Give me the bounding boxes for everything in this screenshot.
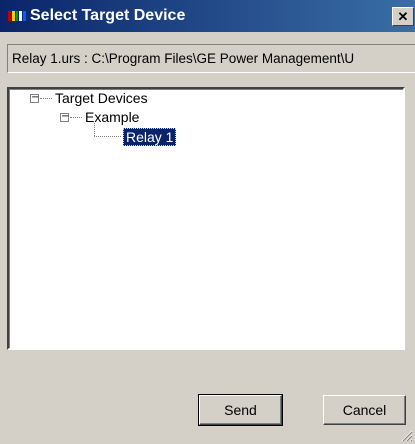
tree-connector — [40, 98, 52, 99]
target-device-tree[interactable]: − Target Devices − Example Relay 1 — [7, 87, 405, 350]
tree-connector — [94, 123, 95, 136]
cancel-button[interactable]: Cancel — [323, 395, 406, 425]
tree-expander-example[interactable]: − — [60, 112, 69, 122]
app-icon — [8, 11, 26, 21]
title-bar[interactable]: Select Target Device ✕ — [0, 0, 415, 32]
close-icon: ✕ — [397, 9, 409, 24]
tree-node-relay-1[interactable]: Relay 1 — [123, 128, 177, 146]
resize-grip-icon[interactable] — [401, 430, 413, 442]
send-button[interactable]: Send — [198, 394, 283, 426]
tree-expander-root[interactable]: − — [30, 93, 39, 103]
close-button[interactable]: ✕ — [392, 7, 414, 26]
tree-node-target-devices[interactable]: Target Devices — [55, 89, 148, 107]
window-title: Select Target Device — [30, 7, 186, 24]
tree-connector — [70, 117, 82, 118]
device-path-field[interactable]: Relay 1.urs : C:\Program Files\GE Power … — [7, 44, 415, 73]
tree-connector — [94, 136, 121, 137]
